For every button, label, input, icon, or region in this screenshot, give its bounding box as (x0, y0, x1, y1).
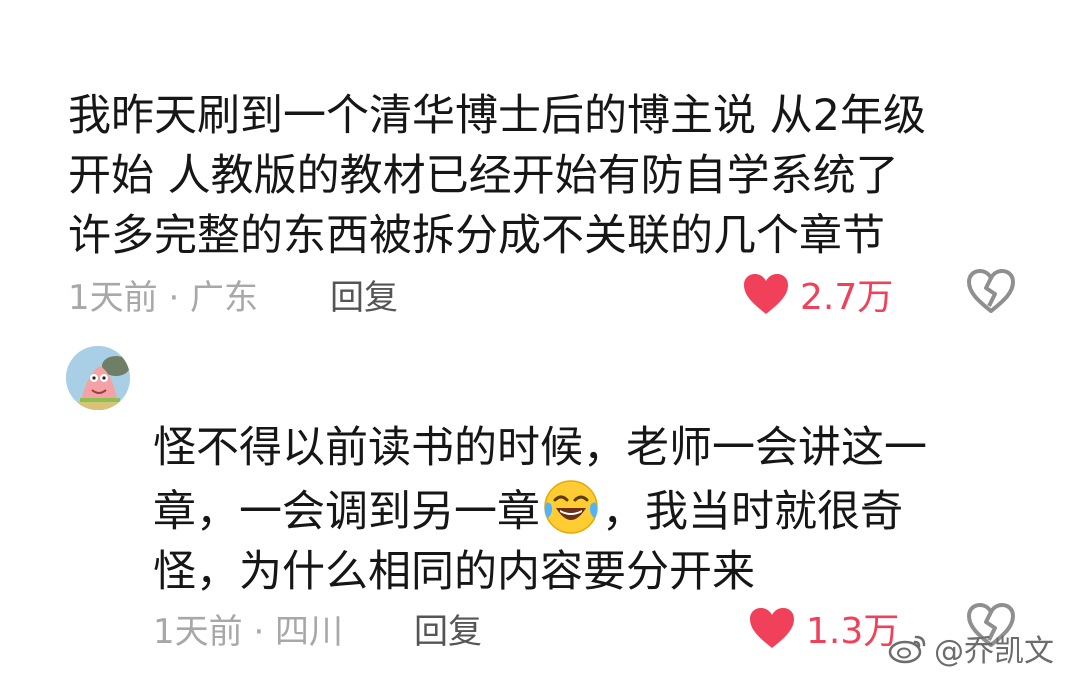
comment-2-line-2-end: ，我当时就很奇 (602, 487, 903, 537)
comment-1-line-2: 开始 人教版的教材已经开始有防自学系统了 (68, 151, 899, 201)
comment-1-like-button[interactable]: 2.7万 (742, 268, 893, 320)
comment-2-line-2-start: 章，一会调到另一章 (153, 487, 540, 537)
broken-heart-icon[interactable] (966, 268, 1016, 314)
comment-2-text: 怪不得以前读书的时候，老师一会讲这一 章，一会调到另一章 ，我当时就很奇 怪，为… (153, 418, 1033, 602)
comment-2-meta: 1天前 · 四川 (153, 612, 344, 652)
comment-2-like-button[interactable]: 1.3万 (748, 602, 899, 654)
comment-1-line-1: 我昨天刷到一个清华博士后的博主说 从2年级 (68, 91, 927, 141)
comment-1-line-3: 许多完整的东西被拆分成不关联的几个章节 (68, 211, 885, 261)
weibo-logo-icon (888, 635, 926, 664)
comment-1-text: 我昨天刷到一个清华博士后的博主说 从2年级 开始 人教版的教材已经开始有防自学系… (68, 86, 1028, 266)
avatar-image (66, 346, 130, 410)
comment-1-reply-button[interactable]: 回复 (330, 270, 398, 319)
comment-1-meta: 1天前 · 广东 (68, 278, 259, 318)
watermark: @乔凯文 (888, 626, 1054, 670)
comment-2-line-3: 怪，为什么相同的内容要分开来 (153, 547, 755, 597)
comment-2-like-count: 1.3万 (806, 611, 900, 652)
heart-icon (750, 608, 794, 648)
heart-icon (744, 274, 788, 314)
comment-2-line-2: 章，一会调到另一章 ，我当时就很奇 (153, 478, 1033, 542)
avatar[interactable] (66, 346, 130, 410)
comment-2-reply-button[interactable]: 回复 (414, 604, 482, 653)
laughing-tears-emoji (544, 480, 598, 534)
comment-1-like-count: 2.7万 (800, 277, 894, 318)
watermark-text: @乔凯文 (934, 634, 1054, 669)
comment-2-line-1: 怪不得以前读书的时候，老师一会讲这一 (153, 423, 927, 473)
